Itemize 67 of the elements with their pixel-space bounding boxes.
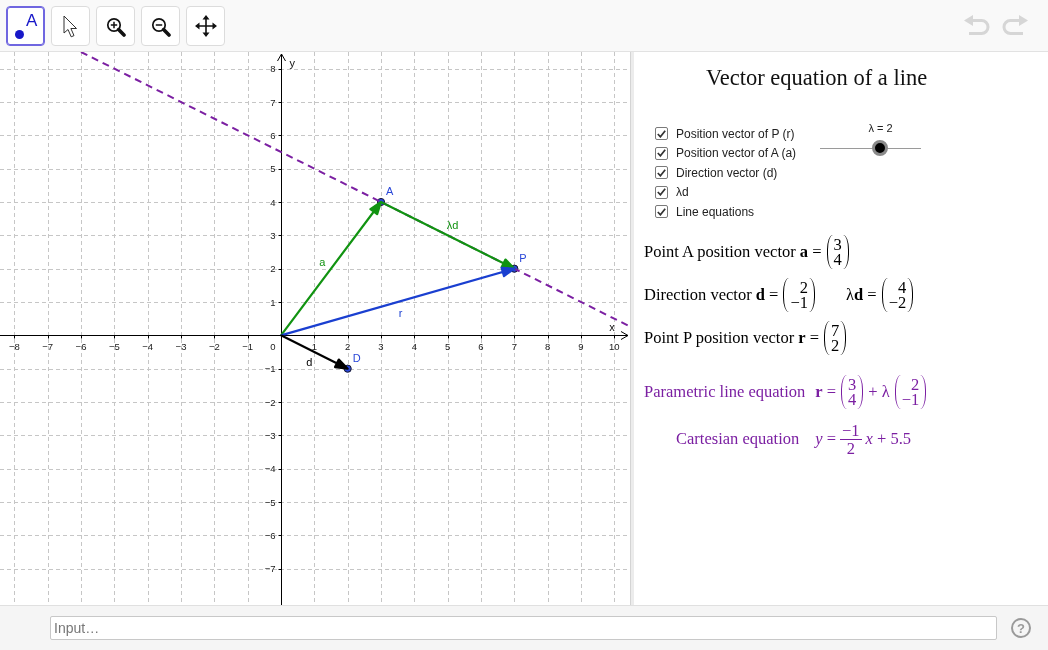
column-vector: 3 4 [840, 374, 865, 409]
equation-text: Point P position vector r = [644, 327, 820, 348]
tick-label: 2 [345, 340, 351, 352]
checkbox-label: Direction vector (d) [676, 165, 778, 180]
checkbox-label: Position vector of A (a) [676, 146, 797, 161]
vector-label: a [319, 256, 326, 269]
tick-label: −2 [208, 340, 220, 352]
column-vector: 4 −2 [880, 277, 915, 312]
tick-label: 5 [270, 163, 276, 175]
vector-label: λd [446, 219, 459, 232]
column-vector: 2 −1 [893, 374, 928, 409]
tick-label: −5 [264, 496, 276, 508]
slider-label: λ = 2 [867, 121, 894, 135]
tick-label: −7 [42, 340, 54, 352]
checkbox-label: λd [676, 185, 689, 200]
panel-title: Vector equation of a line [706, 65, 928, 91]
tick-label: 7 [270, 96, 276, 108]
equation-text: λd = [846, 284, 877, 305]
tick-label: 6 [478, 340, 484, 352]
vector-label: r [398, 306, 403, 319]
equation-text: r = [815, 381, 837, 402]
tick-label: −8 [8, 340, 20, 352]
tick-label: 4 [270, 196, 276, 208]
tick-label: −3 [175, 340, 187, 352]
tick-label: −1 [264, 363, 276, 375]
equation-text: x + 5.5 [865, 429, 912, 449]
tick-label: −1 [242, 340, 254, 352]
equation-text: y = [815, 429, 837, 449]
tick-label: −6 [75, 340, 87, 352]
point-label: A [386, 185, 394, 197]
tick-label: 4 [411, 340, 417, 352]
equation-text: Direction vector d = [644, 284, 779, 305]
tick-label: 3 [378, 340, 384, 352]
column-vector: 7 2 [823, 320, 848, 355]
checkbox-label: Position vector of P (r) [676, 126, 795, 141]
point-label: D [352, 351, 361, 364]
tick-label: 1 [311, 340, 317, 352]
tick-label: 10 [609, 340, 620, 352]
tick-label: 2 [270, 263, 276, 275]
tick-label: −7 [264, 563, 276, 575]
checkbox-label: Line equations [676, 204, 755, 219]
equation-text: Parametric line equation [644, 381, 806, 402]
vector-label: d [306, 355, 313, 368]
tick-label: 3 [270, 229, 276, 241]
column-vector: 3 4 [825, 234, 850, 269]
tick-label: −2 [264, 396, 276, 408]
tick-label: 8 [270, 63, 276, 75]
tick-label: 9 [578, 340, 584, 352]
tick-label: −6 [264, 529, 276, 541]
tick-label: 8 [545, 340, 551, 352]
tick-label: 0 [270, 340, 276, 352]
tick-label: −5 [108, 340, 120, 352]
equation-text: Cartesian equation [676, 429, 800, 449]
axis-label: y [289, 57, 295, 69]
tick-label: 6 [270, 129, 276, 141]
column-vector: 2 −1 [782, 277, 816, 312]
tick-label: −4 [264, 463, 276, 475]
equation-text: + λ [868, 381, 890, 402]
tick-label: 7 [511, 340, 517, 352]
tick-label: −3 [264, 429, 276, 441]
axis-label: x [609, 320, 615, 333]
tick-label: 1 [270, 296, 276, 308]
point-label: P [519, 251, 527, 264]
equation-text: Point A position vector a = [644, 241, 822, 262]
tick-label: 5 [445, 340, 451, 352]
fraction: −1 2 [840, 421, 862, 457]
tick-label: −4 [142, 340, 154, 352]
